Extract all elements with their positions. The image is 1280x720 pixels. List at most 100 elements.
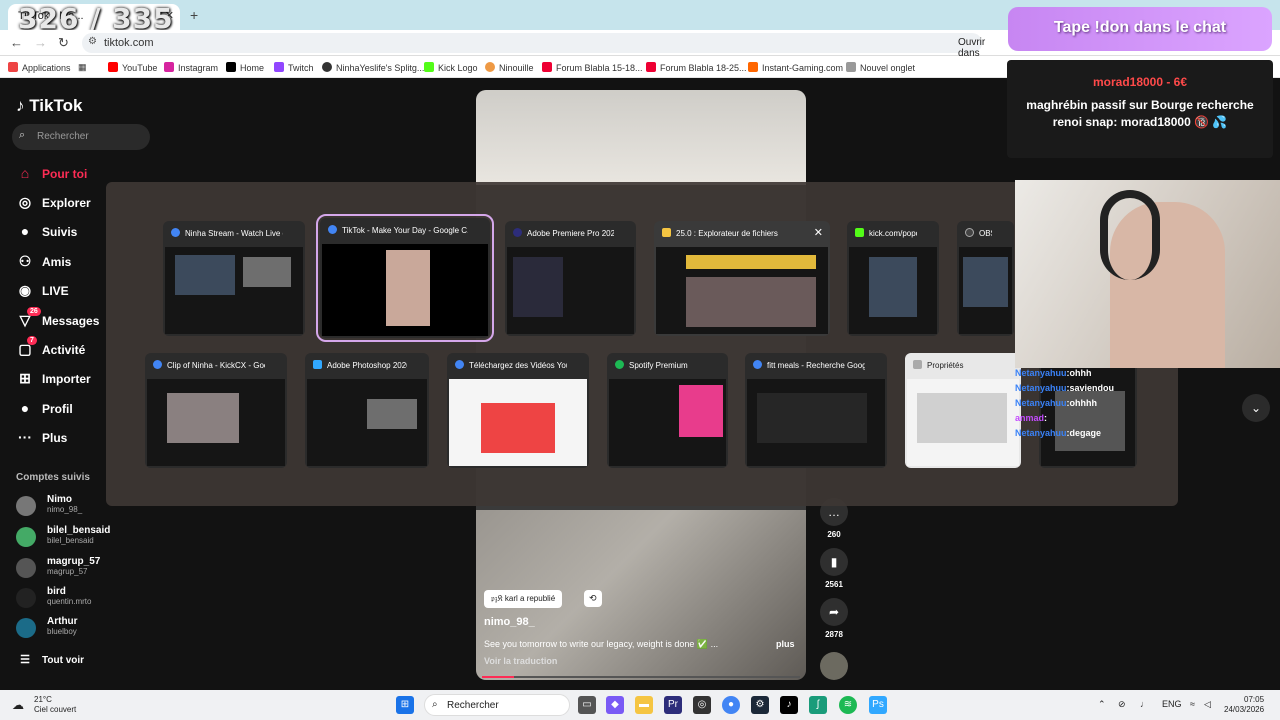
switcher-window[interactable]: 25.0 : Explorateur de fichiers ✕ [654,221,830,336]
bookmark-label: NinhaYeslife's Splitg... [336,63,425,73]
see-all-accounts[interactable]: ☰ Tout voir [16,653,84,666]
tray-expand-icon[interactable]: ⌃ [1098,699,1106,710]
bookmark-item[interactable]: Kick Logo [424,62,478,73]
switcher-window-selected[interactable]: TikTok - Make Your Day - Google C... [316,214,494,342]
account-name: magrup_57 [47,556,101,567]
compass-icon: ◎ [18,194,32,210]
account-handle: bilel_bensaid [47,536,94,545]
microphone-icon[interactable]: ♩ [1140,699,1149,709]
window-title-text: Spotify Premium [629,361,688,370]
see-more-link[interactable]: plus [776,639,795,649]
switcher-window[interactable]: Spotify Premium [607,353,728,468]
file-explorer-icon[interactable]: ▬ [635,696,653,714]
new-tab-icon[interactable]: + [190,7,198,23]
nav-more[interactable]: ··· Plus [16,429,67,445]
bookmark-item[interactable]: Instant-Gaming.com [748,62,843,73]
photoshop-icon[interactable]: Ps [869,696,887,714]
weather-temp: 21°C [34,695,52,704]
chrome-icon[interactable]: ● [722,696,740,714]
address-bar[interactable]: ⚙ tiktok.com Ouvrir dans l'appli [82,33,985,70]
bookmark-item[interactable]: Twitch [274,62,314,73]
nav-label: Explorer [42,196,91,210]
tiktok-search-input[interactable]: ⌕ Rechercher [12,124,150,150]
avatar [16,496,36,516]
repost-icon[interactable]: ⟲ [584,590,602,607]
window-title: Clip of Ninha - KickCX - Goo... [153,360,265,370]
forward-icon[interactable]: → [34,35,47,50]
nav-label: Suivis [42,225,78,239]
steam-icon[interactable]: ⚙ [751,696,769,714]
language-indicator[interactable]: ENG [1162,699,1182,709]
tiktok-logo[interactable]: ♪ TikTok [16,96,82,116]
switcher-window[interactable]: fitt meals - Recherche Googl... [745,353,887,468]
bookmark-item[interactable]: Forum Blabla 15-18... [542,62,643,73]
bookmark-action[interactable]: ▮ 2561 [820,548,848,589]
site-info-icon[interactable]: ⚙ [88,36,97,47]
avatar [16,618,36,638]
window-title-text: Clip of Ninha - KickCX - Goo... [167,361,265,370]
nav-explore[interactable]: ◎ Explorer [16,194,91,211]
switcher-window[interactable]: kick.com/popo... [847,221,939,336]
premiere-icon[interactable]: Pr [664,696,682,714]
alert-title: morad18000 - 6€ [1092,75,1188,89]
switcher-window[interactable]: Propriétés [905,353,1021,468]
volume-icon[interactable]: ◁ [1204,699,1211,710]
close-window-icon[interactable]: ✕ [814,226,823,239]
spotify-icon[interactable]: ≋ [839,696,857,714]
share-action[interactable]: ➦ 2878 [820,598,848,639]
nav-upload[interactable]: ⊞ Importer [16,370,91,387]
switcher-window[interactable]: Adobe Photoshop 2026 [305,353,429,468]
account-name: bird [47,586,66,597]
nav-activity[interactable]: ▢ 7 Activité [16,336,85,358]
bookmark-grid-icon[interactable]: ▦ [78,62,87,73]
bookmark-item[interactable]: Applications [8,62,71,73]
bookmark-item[interactable]: Home [226,62,264,73]
switcher-window[interactable]: Téléchargez des Vidéos YouT... [447,353,589,468]
nav-for-you[interactable]: ⌂ Pour toi [16,165,88,181]
chevron-down-icon[interactable]: ⌄ [1242,394,1270,422]
profile-icon: ● [20,400,30,416]
nav-messages[interactable]: ▽ 26 Messages [16,307,99,329]
bookmark-item[interactable]: NinhaYeslife's Splitg... [322,62,424,73]
back-icon[interactable]: ← [10,35,23,50]
bookmark-item[interactable]: Ninouille [485,62,534,73]
switcher-window[interactable]: Clip of Ninha - KickCX - Goo... [145,353,287,468]
bookmark-item[interactable]: YouTube [108,62,157,73]
window-title-text: Propriétés [927,361,964,370]
chrome-icon [455,360,464,369]
bookmark-label: Nouvel onglet [860,63,916,73]
nav-profile[interactable]: ● Profil [16,400,73,416]
wifi-icon[interactable]: ≈ [1190,699,1195,709]
nav-friends[interactable]: ⚇ Amis [16,253,72,270]
video-username[interactable]: nimo_98_ [484,616,535,628]
bookmark-item[interactable]: Instagram [164,62,218,73]
repost-badge[interactable]: 𝔭𝔷𝔎 karl a republié [484,590,563,608]
window-thumbnail [959,247,1012,334]
switcher-window[interactable]: OBS 32.0... [957,221,1014,336]
network-off-icon[interactable]: ⊘ [1118,699,1126,710]
app-icon[interactable]: ʃ [809,696,827,714]
copilot-icon[interactable]: ◆ [606,696,624,714]
window-thumbnail [849,247,937,334]
bookmark-item[interactable]: Forum Blabla 18-25... [646,62,747,73]
bookmark-item[interactable]: Nouvel onglet [846,62,915,73]
taskbar-clock[interactable]: 07:05 24/03/2026 [1224,695,1264,715]
switcher-window[interactable]: Adobe Premiere Pro 2025... [505,221,636,336]
switcher-window[interactable]: Ninha Stream - Watch Live o... [163,221,305,336]
tiktok-icon[interactable]: ♪ [780,696,798,714]
sound-disc[interactable] [820,652,848,680]
windows-start-icon[interactable]: ⊞ [396,696,414,714]
nav-live[interactable]: ◉ LIVE [16,282,69,299]
task-view-icon[interactable]: ▭ [578,696,596,714]
friends-icon: ⚇ [18,253,32,269]
thumb-block [481,403,555,453]
obs-icon[interactable]: ◎ [693,696,711,714]
bookmark-label: Home [240,63,265,73]
window-thumbnail [907,379,1019,466]
reload-icon[interactable]: ↻ [58,35,69,51]
see-translation-link[interactable]: Voir la traduction [484,656,557,666]
weather-widget[interactable]: 21°C Ciel couvert [34,695,76,715]
nav-following[interactable]: ● Suivis [16,223,78,239]
video-progress-bar[interactable] [482,676,800,678]
taskbar-search[interactable]: ⌕ Rechercher [424,694,570,716]
